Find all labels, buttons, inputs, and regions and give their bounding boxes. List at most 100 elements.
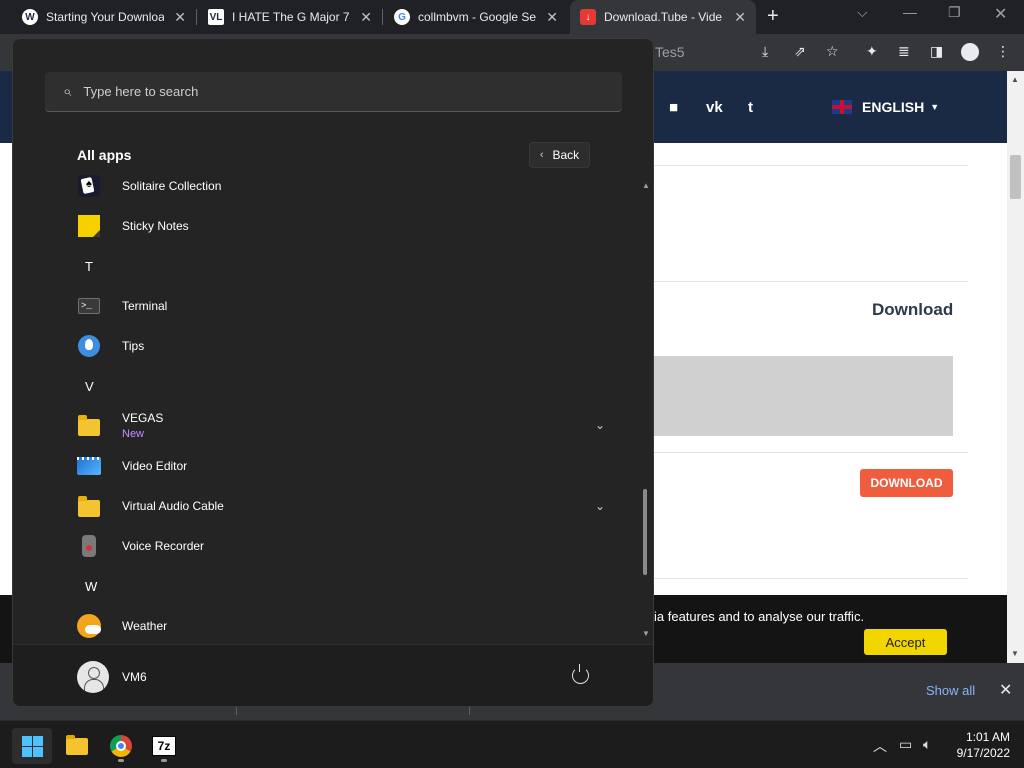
menu-kebab-icon[interactable]: ⋮ xyxy=(996,43,1010,60)
app-item-virtual-audio-cable-folder[interactable]: Virtual Audio Cable ⌄ xyxy=(65,486,605,526)
back-button[interactable]: ‹ Back xyxy=(529,142,590,168)
app-item-sticky-notes[interactable]: Sticky Notes xyxy=(65,206,605,246)
divider xyxy=(654,165,968,166)
tab-search-icon[interactable]: ⌵ xyxy=(857,4,868,21)
browser-tab[interactable]: G collmbvm - Google Se ✕ xyxy=(384,0,568,34)
back-label: Back xyxy=(552,148,580,162)
app-item-solitaire-collection[interactable]: Solitaire Collection xyxy=(65,172,605,206)
all-apps-list: Solitaire Collection Sticky Notes T >_ T… xyxy=(13,172,641,644)
solitaire-icon xyxy=(77,174,101,198)
search-icon: ⌕ xyxy=(63,83,72,100)
7zip-icon: 7z xyxy=(152,736,176,756)
caret-down-icon: ▼ xyxy=(930,102,940,112)
browser-tab[interactable]: VL I HATE The G Major 74 ✕ xyxy=(198,0,382,34)
folder-icon xyxy=(77,413,101,437)
new-tab-icon[interactable]: + xyxy=(767,5,779,28)
profile-avatar-icon[interactable] xyxy=(961,43,979,61)
windows-logo-icon xyxy=(21,735,43,757)
chevron-down-icon[interactable]: ⌄ xyxy=(595,499,605,513)
start-menu-scrollbar[interactable]: ▲ ▼ xyxy=(642,181,650,639)
scrollbar-thumb[interactable] xyxy=(643,489,647,575)
scrollbar-thumb[interactable] xyxy=(1010,155,1021,199)
letter-header-t[interactable]: T xyxy=(85,259,93,274)
download-button[interactable]: DOWNLOAD xyxy=(860,469,953,497)
install-icon[interactable]: ⤓ xyxy=(762,43,768,60)
system-clock[interactable]: 1:01 AM 9/17/2022 xyxy=(952,729,1010,761)
browser-tab[interactable]: W Starting Your Downloa ✕ xyxy=(12,0,196,34)
scroll-up-arrow-icon[interactable]: ▲ xyxy=(642,181,650,190)
google-icon: G xyxy=(394,9,410,25)
taskbar-chrome[interactable] xyxy=(101,728,141,764)
app-item-terminal[interactable]: >_ Terminal xyxy=(65,286,605,326)
tab-close-icon[interactable]: ✕ xyxy=(174,9,186,26)
show-all-link[interactable]: Show all xyxy=(926,683,975,698)
extensions-icon[interactable]: ✦ xyxy=(866,43,878,60)
start-button[interactable] xyxy=(12,728,52,764)
running-indicator xyxy=(118,759,124,762)
start-search-box[interactable]: ⌕ xyxy=(45,72,622,112)
app-item-voice-recorder[interactable]: Voice Recorder xyxy=(65,526,605,566)
app-item-video-editor[interactable]: Video Editor xyxy=(65,446,605,486)
start-menu: ⌕ All apps ‹ Back Solitaire Collection S… xyxy=(12,38,654,707)
uk-flag-icon xyxy=(832,100,852,114)
vk-icon[interactable]: vk xyxy=(706,99,723,116)
tips-lightbulb-icon xyxy=(77,334,101,358)
browser-tab-active[interactable]: ↓ Download.Tube - Vide ✕ xyxy=(570,0,756,34)
video-preview-placeholder xyxy=(654,356,953,436)
vl-icon: VL xyxy=(208,9,224,25)
twitter-icon[interactable]: ■ xyxy=(669,99,678,116)
weather-icon xyxy=(77,614,101,638)
video-editor-icon xyxy=(77,454,101,478)
clock-date: 9/17/2022 xyxy=(956,746,1010,760)
language-selector[interactable]: ENGLISH ▼ xyxy=(832,99,939,115)
minimize-icon[interactable]: — xyxy=(903,4,917,20)
tab-close-icon[interactable]: ✕ xyxy=(546,9,558,26)
share-icon[interactable]: ⇗ xyxy=(794,43,806,60)
app-item-vegas-folder[interactable]: VEGAS New ⌄ xyxy=(65,405,605,445)
letter-header-v[interactable]: V xyxy=(85,379,94,394)
restore-icon[interactable]: ❐ xyxy=(948,4,961,21)
tab-title: Download.Tube - Vide xyxy=(604,10,723,24)
scroll-up-arrow-icon[interactable]: ▲ xyxy=(1011,75,1019,84)
accept-cookies-button[interactable]: Accept xyxy=(864,629,947,655)
folder-icon xyxy=(77,494,101,518)
download-heading: Download xyxy=(872,300,954,319)
downloadtube-icon: ↓ xyxy=(580,9,596,25)
chevron-down-icon[interactable]: ⌄ xyxy=(595,418,605,432)
scroll-down-arrow-icon[interactable]: ▼ xyxy=(642,629,650,638)
power-icon[interactable] xyxy=(572,664,589,684)
close-shelf-icon[interactable]: ✕ xyxy=(999,680,1012,700)
close-window-icon[interactable]: ✕ xyxy=(994,4,1007,24)
network-icon[interactable]: ▭ xyxy=(899,736,912,753)
page-scrollbar[interactable]: ▲ ▼ xyxy=(1007,71,1024,663)
start-search-input[interactable] xyxy=(83,84,584,99)
app-label: Virtual Audio Cable xyxy=(122,499,224,513)
user-name[interactable]: VM6 xyxy=(122,670,147,684)
browser-tab-strip: W Starting Your Downloa ✕ VL I HATE The … xyxy=(0,0,1024,34)
app-label: Weather xyxy=(122,619,168,633)
taskbar-7zip[interactable]: 7z xyxy=(144,728,184,764)
taskbar-file-explorer[interactable] xyxy=(57,728,97,764)
media-control-icon[interactable]: ≣ xyxy=(898,43,910,60)
tab-close-icon[interactable]: ✕ xyxy=(360,9,372,26)
volume-icon[interactable]: 🔈︎ xyxy=(923,736,931,753)
all-apps-title: All apps xyxy=(77,147,132,163)
file-explorer-icon xyxy=(66,734,88,755)
chevron-left-icon: ‹ xyxy=(539,149,544,161)
side-panel-icon[interactable]: ◨ xyxy=(930,43,943,60)
running-indicator xyxy=(161,759,167,762)
user-avatar-icon[interactable] xyxy=(77,661,109,693)
bookmark-star-icon[interactable]: ☆ xyxy=(826,43,839,60)
tumblr-icon[interactable]: t xyxy=(748,99,753,116)
scroll-down-arrow-icon[interactable]: ▼ xyxy=(1011,649,1019,658)
cookie-text: ia features and to analyse our traffic. xyxy=(654,609,865,624)
omnibox[interactable]: Tes5 xyxy=(655,44,685,60)
chrome-icon xyxy=(110,735,132,757)
chevron-up-icon[interactable]: ︿ xyxy=(873,736,887,756)
app-item-tips[interactable]: Tips xyxy=(65,326,605,366)
app-item-weather[interactable]: Weather xyxy=(65,606,605,644)
wordpress-icon: W xyxy=(22,9,38,25)
app-label: Video Editor xyxy=(122,459,188,473)
tab-close-icon[interactable]: ✕ xyxy=(734,9,746,26)
letter-header-w[interactable]: W xyxy=(85,579,97,594)
